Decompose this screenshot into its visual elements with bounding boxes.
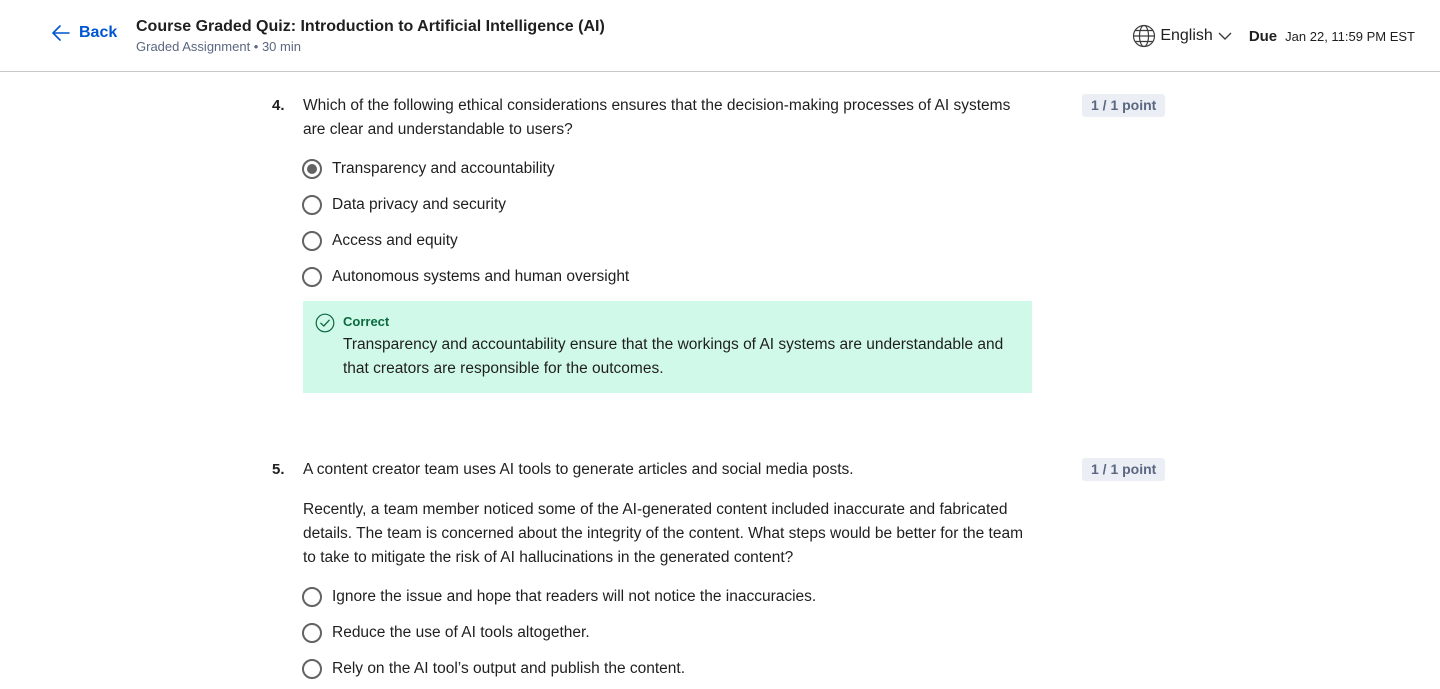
answer-option[interactable]: Autonomous systems and human oversight [302, 267, 629, 287]
question-scenario-text: Recently, a team member noticed some of … [303, 501, 1024, 566]
back-label: Back [79, 24, 118, 41]
question-text: A content creator team uses AI tools to … [303, 461, 854, 478]
back-button[interactable]: Back [52, 24, 117, 42]
option-label: Rely on the AI tool’s output and publish… [332, 660, 686, 677]
assignment-title-block: Course Graded Quiz: Introduction to Arti… [136, 16, 605, 56]
question-number: 4. [272, 97, 285, 114]
feedback-text: Transparency and accountability ensure t… [343, 336, 1004, 377]
radio-button[interactable] [302, 623, 322, 643]
option-label: Ignore the issue and hope that readers w… [332, 588, 817, 605]
page-title: Course Graded Quiz: Introduction to Arti… [136, 18, 605, 35]
check-circle-icon [315, 313, 335, 333]
answer-option[interactable]: Rely on the AI tool’s output and publish… [302, 659, 685, 679]
radio-button[interactable] [302, 659, 322, 679]
points-badge: 1 / 1 point [1082, 458, 1166, 481]
chevron-down-icon [1218, 32, 1232, 40]
question-text: Which of the following ethical considera… [303, 97, 1011, 138]
due-label: Due [1248, 27, 1278, 45]
question-number: 5. [272, 461, 285, 478]
globe-icon [1133, 24, 1156, 48]
answer-option[interactable]: Data privacy and security [302, 195, 506, 215]
answer-option[interactable]: Transparency and accountability [302, 159, 555, 179]
assignment-subtitle: Graded Assignment • 30 min [136, 39, 301, 54]
answer-option[interactable]: Reduce the use of AI tools altogether. [302, 623, 590, 643]
language-label: English [1160, 27, 1213, 44]
option-label: Reduce the use of AI tools altogether. [332, 624, 590, 641]
feedback-status: Correct [343, 314, 390, 329]
radio-button[interactable] [302, 587, 322, 607]
option-label: Access and equity [332, 232, 458, 249]
arrow-left-icon [52, 25, 70, 41]
answer-option[interactable]: Ignore the issue and hope that readers w… [302, 587, 816, 607]
answer-option[interactable]: Access and equity [302, 231, 458, 251]
due-date: Jan 22, 11:59 PM EST [1285, 28, 1415, 44]
option-label: Transparency and accountability [332, 160, 555, 177]
radio-button[interactable] [302, 231, 322, 251]
option-label: Data privacy and security [332, 196, 507, 213]
radio-button[interactable] [302, 267, 322, 287]
quiz-header: Back Course Graded Quiz: Introduction to… [0, 0, 1440, 72]
points-badge: 1 / 1 point [1082, 94, 1166, 117]
radio-button-selected[interactable] [302, 159, 322, 179]
header-right: English Due Jan 22, 11:59 PM EST [1132, 24, 1415, 48]
feedback-correct: Correct Transparency and accountability … [303, 301, 1032, 393]
option-label: Autonomous systems and human oversight [332, 268, 630, 285]
language-selector[interactable]: English [1132, 24, 1232, 48]
radio-button[interactable] [302, 195, 322, 215]
